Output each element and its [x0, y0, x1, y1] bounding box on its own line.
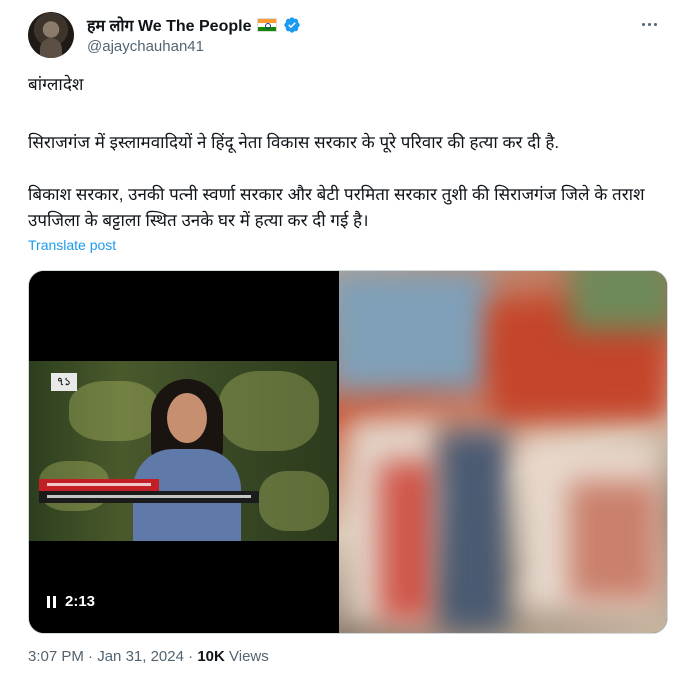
video-player[interactable]: ৭১ 2:13 [29, 271, 337, 633]
channel-logo: ৭১ [51, 373, 77, 391]
avatar[interactable] [28, 12, 74, 58]
video-duration: 2:13 [65, 593, 96, 610]
post-date[interactable]: Jan 31, 2024 [97, 648, 184, 665]
media-grid: ৭১ 2:13 [28, 270, 668, 634]
author-row: हम लोग We The People [87, 14, 301, 36]
video-thumbnail: ৭১ [29, 361, 337, 541]
views-label: Views [229, 648, 269, 665]
author-handle[interactable]: @ajaychauhan41 [87, 38, 204, 55]
meta-separator: · [88, 648, 94, 665]
blurred-image[interactable] [339, 271, 667, 633]
tweet-paragraph-2: सिराजगंज में इस्लामवादियों ने हिंदू नेता… [28, 133, 560, 152]
india-flag-icon [257, 18, 278, 32]
verified-badge-icon[interactable] [283, 16, 301, 34]
post-time[interactable]: 3:07 PM [28, 648, 84, 665]
news-ticker [29, 479, 259, 505]
meta-separator: · [188, 648, 194, 665]
video-controls[interactable]: 2:13 [47, 593, 95, 610]
news-anchor [133, 379, 241, 541]
more-options-icon[interactable] [633, 12, 665, 36]
tweet-paragraph-3: बिकाश सरकार, उनकी पत्नी स्वर्णा सरकार और… [28, 185, 645, 230]
display-name[interactable]: हम लोग We The People [87, 14, 251, 36]
translate-post-link[interactable]: Translate post [28, 237, 116, 253]
tweet-meta: 3:07 PM · Jan 31, 2024 · 10K Views [28, 648, 269, 665]
views-count[interactable]: 10K [197, 648, 225, 665]
pause-icon[interactable] [47, 595, 57, 608]
tweet-paragraph-1: बांग्लादेश [28, 75, 84, 94]
